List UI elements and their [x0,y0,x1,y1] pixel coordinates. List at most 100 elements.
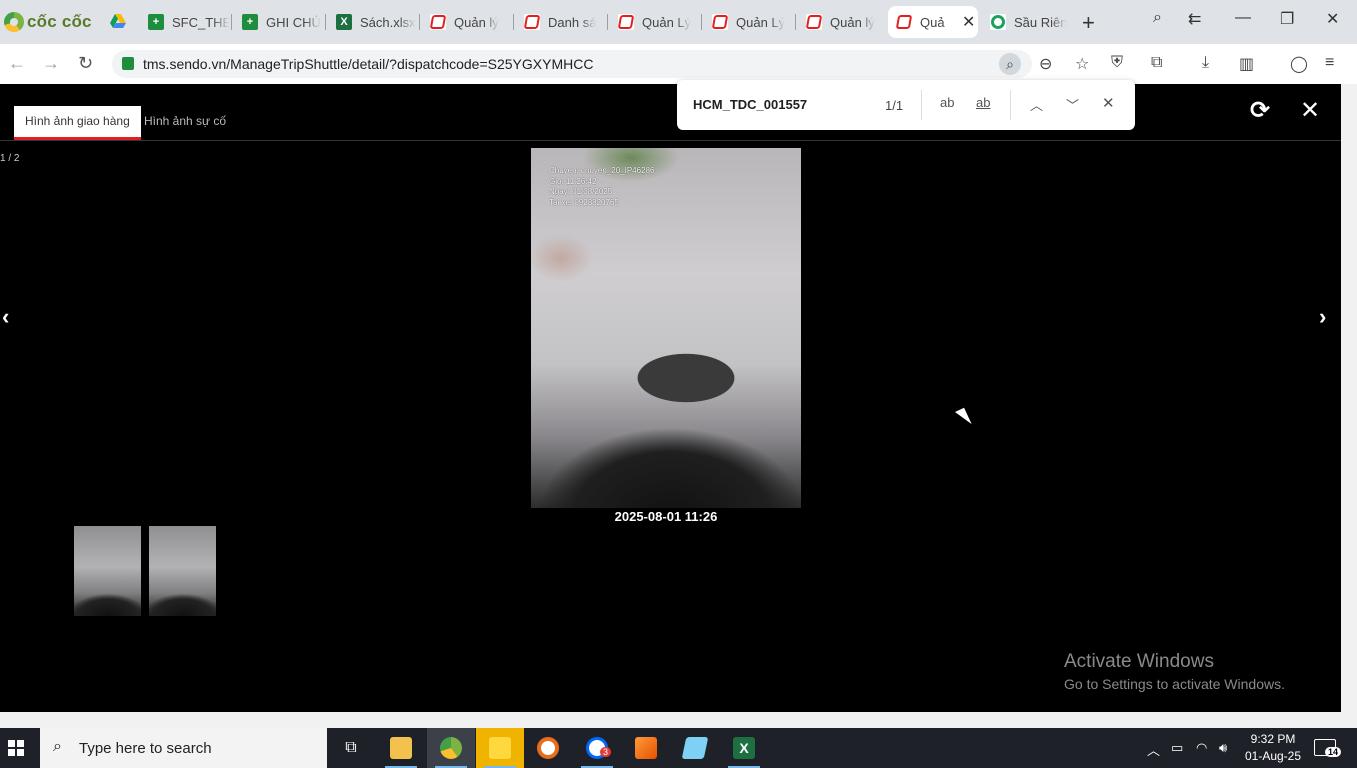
excel-icon: X [336,14,352,30]
address-bar[interactable]: tms.sendo.vn/ManageTripShuttle/detail/?d… [112,50,1032,78]
tab-label: Sách.xlsx [360,14,416,30]
next-image-arrow-icon[interactable]: › [1319,304,1326,330]
bookmark-star-icon[interactable]: ☆ [1075,54,1089,74]
prev-image-arrow-icon[interactable]: ‹ [2,304,9,330]
download-icon[interactable]: ⤓ [1202,54,1209,72]
battery-icon[interactable]: ▭ [1171,740,1183,756]
image-type-tabs: Hình ảnh giao hàng Hình ảnh sự cố [0,84,1341,141]
sendo-icon [430,14,446,30]
whole-word-button[interactable]: ab [976,95,990,110]
stamp-line: Ngay: 01/08/2025 [549,187,613,196]
volume-icon[interactable]: 🔊︎ [1219,740,1227,756]
thumbnail-2[interactable] [149,526,216,616]
excel-taskbar-icon[interactable]: X [720,728,768,768]
find-divider [1010,90,1011,120]
sheets-icon: + [148,14,164,30]
back-history-icon[interactable]: ⇇ [1188,9,1201,29]
coccoc-logo[interactable]: cốc cốc [4,10,92,34]
windows-start-icon[interactable] [8,740,24,756]
tab-close-icon[interactable]: ✕ [962,12,975,32]
menu-hamburger-icon[interactable]: ≡ [1325,54,1334,72]
window-close-icon[interactable]: ✕ [1326,9,1339,29]
zalo-icon[interactable]: 3 [573,728,621,768]
delivery-photo[interactable]: Chuyen: chuyen_20_IP46286 Gio: 11:26:42 … [531,148,801,508]
tab-sau-rieng[interactable]: Sầu Riên [982,6,1074,38]
find-bar: 1/1 ab ab ︿ ﹀ ✕ [677,80,1135,130]
adblock-shield-icon[interactable]: ⛨ [1111,54,1123,72]
maximize-icon[interactable]: ❐ [1280,9,1294,29]
thumbnail-1[interactable] [74,526,141,616]
find-match-count: 1/1 [885,98,904,113]
rotate-icon[interactable]: ⟳ [1250,96,1270,125]
tab-quan-ly-1[interactable]: Quản lý [422,6,512,38]
tab-danh-sach[interactable]: Danh sá [516,6,606,38]
vertical-scrollbar[interactable] [1341,84,1357,712]
sheets-icon: + [242,14,258,30]
notepad-icon[interactable] [671,728,719,768]
match-case-button[interactable]: ab [940,95,954,110]
network-icon[interactable]: ◠ [1196,740,1207,756]
orange-app-icon[interactable] [622,728,670,768]
stamp-line: Gio: 11:26:42 [549,176,597,186]
green-s-icon [990,14,1006,30]
reload-icon[interactable]: ↻ [78,53,93,74]
extensions-icon[interactable]: ⧉ [1151,54,1162,72]
tab-delivery-images[interactable]: Hình ảnh giao hàng [14,106,141,140]
tab-label: Quản Lý [736,14,786,30]
sendo-icon [712,14,728,30]
tab-sfc-the[interactable]: + SFC_THE [140,6,230,38]
sticky-notes-icon[interactable] [476,728,524,768]
new-tab-plus-icon[interactable]: + [1082,10,1095,36]
find-close-icon[interactable]: ✕ [1102,94,1115,112]
tab-incident-images[interactable]: Hình ảnh sự cố [133,106,237,140]
forward-arrow-icon[interactable]: → [42,53,60,74]
side-panel-icon[interactable]: ▥ [1239,54,1254,74]
task-view-icon[interactable]: ⧉ [327,728,375,768]
tab-divider [795,14,796,30]
photo-timestamp-overlay: Chuyen: chuyen_20_IP46286 Gio: 11:26:42 … [549,166,654,208]
notification-count: 14 [1325,747,1342,757]
photo-caption: 2025-08-01 11:26 [614,509,718,524]
tab-ghi-chu[interactable]: + GHI CHÚ [234,6,324,38]
tab-search-icon[interactable]: ⌕ [1153,9,1162,27]
back-arrow-icon[interactable]: ← [8,53,26,74]
tab-divider [419,14,420,30]
tab-sach-xlsx[interactable]: X Sách.xlsx [328,6,418,38]
tab-quan-ly-2[interactable]: Quản Lý [610,6,700,38]
tab-label: Danh sá [548,14,597,30]
tab-divider [607,14,608,30]
activate-windows-subtitle: Go to Settings to activate Windows. [1064,676,1285,692]
search-placeholder: Type here to search [79,740,212,757]
google-drive-icon[interactable] [110,14,126,28]
taskbar-search-box[interactable]: ⌕ Type here to search [40,728,327,768]
url-text[interactable]: tms.sendo.vn/ManageTripShuttle/detail/?d… [143,56,593,72]
tab-label: Quản Lý [642,14,692,30]
clock-date: 01-Aug-25 [1244,749,1302,763]
tray-chevron-up-icon[interactable]: ︿ [1147,740,1160,759]
image-viewer: Hình ảnh giao hàng Hình ảnh sự cố 1 / 2 … [0,84,1341,712]
find-input[interactable] [693,97,873,112]
tab-label: Quản lý [830,14,875,30]
browser-tab-strip: cốc cốc + SFC_THE + GHI CHÚ X Sách.xlsx Quả… [0,0,1357,44]
coccoc-taskbar-icon[interactable] [427,728,475,768]
tab-label: Quả [920,14,945,30]
close-viewer-icon[interactable]: ✕ [1300,96,1320,125]
find-next-chevron-down-icon[interactable]: ﹀ [1066,95,1079,114]
find-in-page-icon[interactable]: ⌕ [999,53,1021,75]
minimize-icon[interactable]: — [1235,9,1251,27]
taskbar-clock[interactable]: 9:32 PM 01-Aug-25 [1242,731,1304,765]
zoom-out-icon[interactable]: ⊖ [1039,54,1052,74]
find-prev-chevron-up-icon[interactable]: ︿ [1030,95,1043,114]
profile-icon[interactable]: ◯ [1290,54,1308,74]
find-divider [921,90,922,120]
windows-taskbar: ⌕ Type here to search ⧉ 3 X ︿ ▭ ◠ 🔊︎ 9:3… [0,728,1357,768]
tab-quan-ly-3[interactable]: Quản Lý [704,6,794,38]
ultraviewer-icon[interactable] [524,728,572,768]
tab-active-quan-ly[interactable]: Quả ✕ [888,6,978,38]
brand-name: cốc cốc [27,12,92,31]
file-explorer-icon[interactable] [377,728,425,768]
clock-time: 9:32 PM [1250,732,1296,746]
tab-quan-ly-4[interactable]: Quản lý [798,6,888,38]
sendo-icon [618,14,634,30]
image-counter: 1 / 2 [0,153,20,164]
